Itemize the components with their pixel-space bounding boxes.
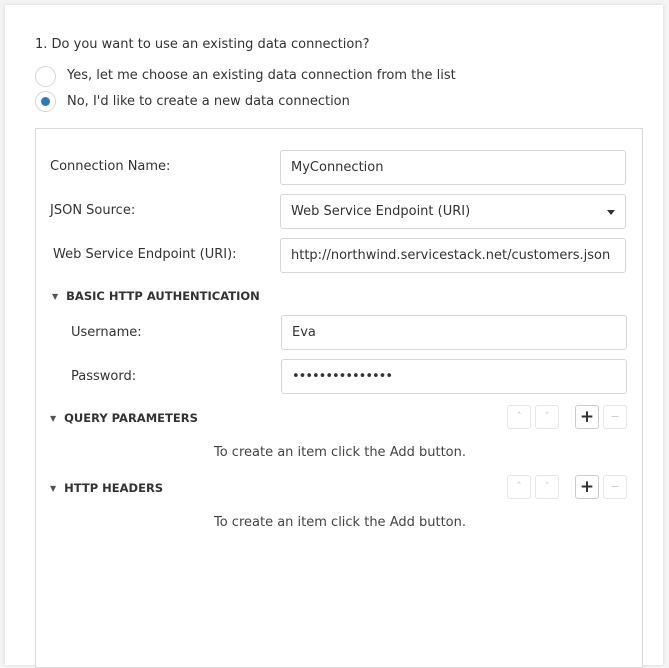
password-label: Password: [71,369,137,384]
connection-settings-panel: Connection Name: MyConnection JSON Sourc… [35,128,643,668]
password-input[interactable]: ••••••••••••••• [281,359,627,394]
add-button[interactable]: + [575,475,599,499]
collapse-icon: ▼ [52,292,59,301]
endpoint-label: Web Service Endpoint (URI): [53,247,237,262]
http-headers-title: HTTP HEADERS [64,481,164,495]
move-down-button[interactable]: ˅ [535,405,559,429]
username-input[interactable]: Eva [281,315,627,350]
json-source-select[interactable]: Web Service Endpoint (URI) [280,194,626,229]
move-up-button[interactable]: ˄ [507,405,531,429]
query-parameters-title: QUERY PARAMETERS [64,411,198,425]
json-source-label: JSON Source: [50,203,136,218]
endpoint-input[interactable]: http://northwind.servicestack.net/custom… [280,238,626,273]
remove-button[interactable]: − [603,405,627,429]
collapse-icon: ▼ [50,484,57,493]
radio-existing-label[interactable]: Yes, let me choose an existing data conn… [67,68,456,83]
radio-new-connection[interactable] [35,91,56,112]
collapse-icon: ▼ [50,414,57,423]
radio-existing-connection[interactable] [35,66,56,87]
query-parameters-header[interactable]: ▼ QUERY PARAMETERS [50,411,198,425]
query-parameters-empty-text: To create an item click the Add button. [213,445,466,460]
chevron-down-icon [607,210,615,215]
radio-new-label[interactable]: No, I'd like to create a new data connec… [67,94,350,109]
connection-name-label: Connection Name: [50,159,171,174]
move-down-button[interactable]: ˅ [535,475,559,499]
json-source-value: Web Service Endpoint (URI) [291,204,471,219]
add-button[interactable]: + [575,405,599,429]
basic-auth-header[interactable]: ▼ BASIC HTTP AUTHENTICATION [52,289,260,303]
question-text: 1. Do you want to use an existing data c… [35,37,370,52]
username-label: Username: [71,325,142,340]
remove-button[interactable]: − [603,475,627,499]
move-up-button[interactable]: ˄ [507,475,531,499]
connection-name-input[interactable]: MyConnection [280,150,626,185]
basic-auth-title: BASIC HTTP AUTHENTICATION [66,289,260,303]
http-headers-header[interactable]: ▼ HTTP HEADERS [50,481,163,495]
http-headers-empty-text: To create an item click the Add button. [213,515,466,530]
